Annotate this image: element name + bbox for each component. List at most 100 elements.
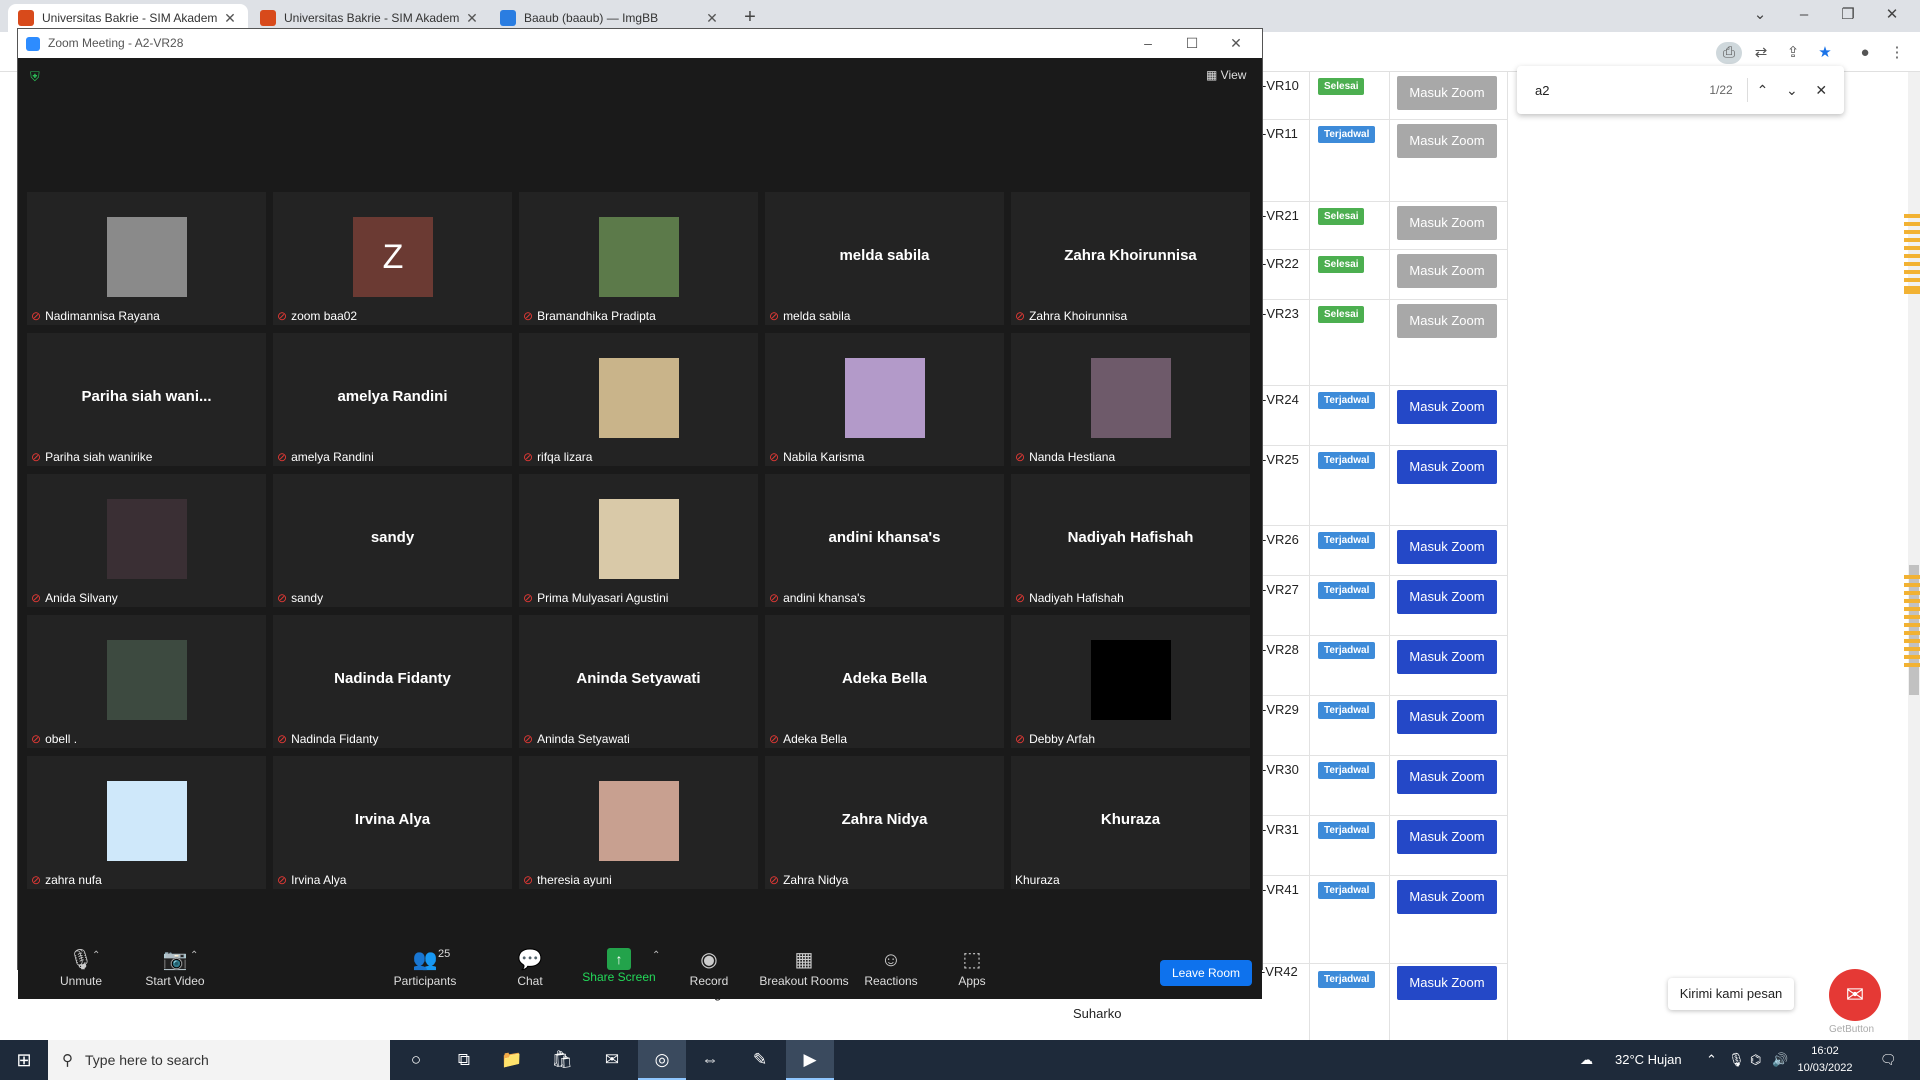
participant-tile[interactable]: ⊘ rifqa lizara (519, 333, 758, 466)
participant-tile[interactable]: Aninda Setyawati ⊘ Aninda Setyawati (519, 615, 758, 748)
participant-tile[interactable]: ⊘ theresia ayuni (519, 756, 758, 889)
chevron-up-icon[interactable]: ⌃ (92, 950, 100, 961)
participant-tile[interactable]: Zahra Khoirunnisa ⊘ Zahra Khoirunnisa (1011, 192, 1250, 325)
bookmark-star-icon[interactable]: ★ (1812, 42, 1838, 64)
participant-tile[interactable]: ⊘ Nabila Karisma (765, 333, 1004, 466)
join-zoom-button[interactable]: Masuk Zoom (1397, 580, 1497, 614)
join-zoom-button[interactable]: Masuk Zoom (1397, 880, 1497, 914)
join-zoom-button[interactable]: Masuk Zoom (1397, 206, 1497, 240)
maximize-icon[interactable]: ☐ (1170, 29, 1214, 58)
translate-icon[interactable]: ⇄ (1748, 42, 1774, 64)
apps-button[interactable]: ⬚ Apps (927, 946, 1017, 988)
chrome-icon[interactable]: ◎ (638, 1040, 686, 1080)
mic-icon[interactable]: 🎙 (1728, 1040, 1745, 1080)
join-zoom-button[interactable]: Masuk Zoom (1397, 966, 1497, 1000)
chevron-up-icon[interactable]: ⌃ (652, 950, 660, 961)
record-button[interactable]: ◉ Record (664, 946, 754, 988)
notes-icon[interactable]: ✎ (736, 1040, 784, 1080)
join-zoom-button[interactable]: Masuk Zoom (1397, 304, 1497, 338)
clock[interactable]: 16:02 10/03/2022 (1795, 1043, 1855, 1077)
participant-tile[interactable]: sandy ⊘ sandy (273, 474, 512, 607)
participant-tile[interactable]: ⊘ Debby Arfah (1011, 615, 1250, 748)
close-icon[interactable]: ✕ (1807, 82, 1836, 99)
join-zoom-button[interactable]: Masuk Zoom (1397, 254, 1497, 288)
find-input[interactable]: a2 (1525, 83, 1664, 98)
chevron-down-icon[interactable]: ⌄ (1777, 82, 1806, 99)
share-icon[interactable]: ⇪ (1780, 42, 1806, 64)
close-window-icon[interactable]: ✕ (1214, 29, 1258, 58)
join-zoom-button[interactable]: Masuk Zoom (1397, 390, 1497, 424)
participant-tile[interactable]: melda sabila ⊘ melda sabila (765, 192, 1004, 325)
cortana-icon[interactable]: ○ (392, 1040, 440, 1080)
participant-tile[interactable]: ⊘ Nanda Hestiana (1011, 333, 1250, 466)
unmute-button[interactable]: 🎙 Unmute (36, 946, 126, 988)
chevron-down-icon[interactable]: ⌄ (1738, 0, 1782, 32)
new-tab-button[interactable]: + (738, 6, 762, 29)
participant-tile[interactable]: ⊘ Bramandhika Pradipta (519, 192, 758, 325)
find-icon[interactable]: ⎙ (1716, 42, 1742, 64)
participants-button[interactable]: 👥 25 Participants (380, 946, 470, 988)
chat-bubble-icon[interactable]: ✉ (1829, 969, 1881, 1021)
find-bar: a2 1/22 ⌃ ⌄ ✕ (1517, 66, 1844, 114)
participant-tile[interactable]: Nadiyah Hafishah ⊘ Nadiyah Hafishah (1011, 474, 1250, 607)
volume-icon[interactable]: 🔊 (1772, 1040, 1788, 1080)
join-zoom-button[interactable]: Masuk Zoom (1397, 450, 1497, 484)
menu-icon[interactable]: ⋮ (1884, 42, 1910, 64)
join-zoom-button[interactable]: Masuk Zoom (1397, 760, 1497, 794)
breakout-rooms-button[interactable]: ▦ Breakout Rooms (751, 946, 857, 988)
minimize-icon[interactable]: – (1126, 29, 1170, 58)
notification-icon[interactable]: 🗨 (1880, 1040, 1897, 1080)
weather-text[interactable]: 32°C Hujan (1615, 1040, 1682, 1080)
participant-tile[interactable]: Pariha siah wani... ⊘ Pariha siah wanirike (27, 333, 266, 466)
view-button[interactable]: ▦ View (1206, 68, 1246, 82)
close-icon[interactable]: ✕ (704, 10, 720, 27)
mail-icon[interactable]: ✉ (588, 1040, 636, 1080)
profile-icon[interactable]: ● (1852, 42, 1878, 64)
weather-icon[interactable]: ☁ (1580, 1040, 1593, 1080)
chevron-up-icon[interactable]: ⌃ (190, 950, 198, 961)
join-zoom-button[interactable]: Masuk Zoom (1397, 124, 1497, 158)
participant-tile[interactable]: amelya Randini ⊘ amelya Randini (273, 333, 512, 466)
join-zoom-button[interactable]: Masuk Zoom (1397, 76, 1497, 110)
zoom-icon[interactable]: ▶ (786, 1040, 834, 1080)
join-zoom-button[interactable]: Masuk Zoom (1397, 640, 1497, 674)
join-zoom-button[interactable]: Masuk Zoom (1397, 530, 1497, 564)
shield-icon[interactable]: ⛨ (30, 70, 44, 84)
chat-button[interactable]: 💬 Chat (485, 946, 575, 988)
task-view-icon[interactable]: ⧉ (440, 1040, 488, 1080)
participant-tile[interactable]: ⊘ Nadimannisa Rayana (27, 192, 266, 325)
participant-tile[interactable]: Irvina Alya ⊘ Irvina Alya (273, 756, 512, 889)
file-explorer-icon[interactable]: 📁 (488, 1040, 536, 1080)
chevron-up-icon[interactable]: ⌃ (1706, 1040, 1717, 1080)
store-icon[interactable]: 🛍 (538, 1040, 586, 1080)
participant-tile[interactable]: Nadinda Fidanty ⊘ Nadinda Fidanty (273, 615, 512, 748)
participant-tile[interactable]: ⊘ zahra nufa (27, 756, 266, 889)
participant-tile[interactable]: ⊘ Prima Mulyasari Agustini (519, 474, 758, 607)
find-count: 1/22 (1664, 78, 1748, 102)
reactions-button[interactable]: ☺ Reactions (846, 946, 936, 988)
participant-tile[interactable]: ⊘ Anida Silvany (27, 474, 266, 607)
close-icon[interactable]: ✕ (464, 10, 480, 27)
teamviewer-icon[interactable]: ⇔ (686, 1040, 734, 1080)
close-icon[interactable]: ✕ (222, 10, 238, 27)
windows-start-icon[interactable]: ⊞ (0, 1040, 48, 1080)
start-video-button[interactable]: 📷 Start Video (130, 946, 220, 988)
participant-tile[interactable]: Zahra Nidya ⊘ Zahra Nidya (765, 756, 1004, 889)
minimize-icon[interactable]: – (1782, 0, 1826, 32)
leave-room-button[interactable]: Leave Room (1160, 960, 1252, 986)
restore-icon[interactable]: ❐ (1826, 0, 1870, 32)
participant-tile[interactable]: andini khansa's ⊘ andini khansa's (765, 474, 1004, 607)
chat-prompt[interactable]: Kirimi kami pesan (1668, 978, 1794, 1010)
network-icon[interactable]: ⌬ (1750, 1040, 1761, 1080)
participant-tile[interactable]: Adeka Bella ⊘ Adeka Bella (765, 615, 1004, 748)
participant-tile[interactable]: Khuraza Khuraza (1011, 756, 1250, 889)
participant-tile[interactable]: Z ⊘ zoom baa02 (273, 192, 512, 325)
join-zoom-button[interactable]: Masuk Zoom (1397, 820, 1497, 854)
join-zoom-button[interactable]: Masuk Zoom (1397, 700, 1497, 734)
close-window-icon[interactable]: ✕ (1870, 0, 1914, 32)
taskbar-search-input[interactable]: ⚲ Type here to search (48, 1040, 390, 1080)
indicator-mark (1904, 583, 1920, 587)
share-screen-button[interactable]: ↑ Share Screen (574, 946, 664, 984)
chevron-up-icon[interactable]: ⌃ (1748, 82, 1777, 99)
participant-tile[interactable]: ⊘ obell . (27, 615, 266, 748)
